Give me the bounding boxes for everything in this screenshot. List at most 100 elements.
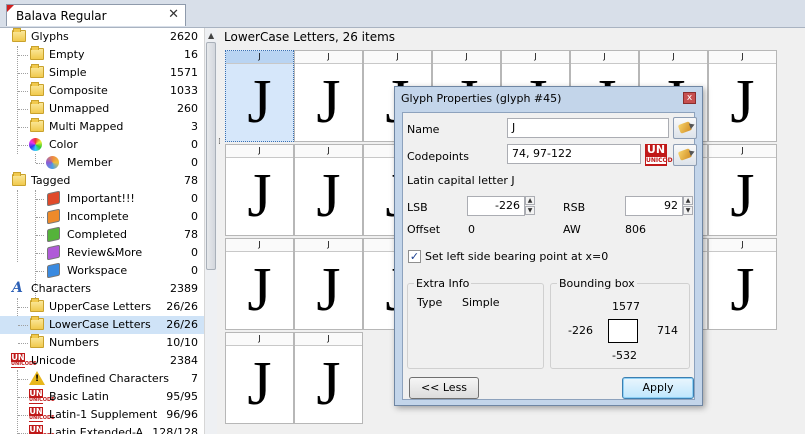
tree-item-incomplete[interactable]: Incomplete 0	[0, 208, 204, 226]
tree-item-basic-latin[interactable]: UN UNICODE Basic Latin 95/95	[0, 388, 204, 406]
tree-item-count: 26/26	[166, 318, 198, 331]
tree-item-count: 0	[191, 156, 198, 169]
tree-item-label: Basic Latin	[49, 390, 109, 403]
glyph-cell[interactable]: JJ	[294, 144, 363, 236]
tree-item-glyphs[interactable]: Glyphs 2620	[0, 28, 204, 46]
bounding-box-group: Bounding box 1577 -226 714 -532	[550, 277, 690, 369]
pie-chart-icon	[46, 156, 59, 169]
tree-item-unicode[interactable]: UN UNICODE Unicode 2384	[0, 352, 204, 370]
tree-item-count: 95/95	[166, 390, 198, 403]
tree-item-count: 26/26	[166, 300, 198, 313]
glyph-cell[interactable]: JJ	[294, 50, 363, 142]
splitter-grip-icon[interactable]: ⁞	[218, 137, 221, 147]
close-dialog-button[interactable]: x	[683, 92, 696, 104]
spin-up-icon[interactable]: ▲	[525, 196, 535, 205]
tree-guide	[18, 127, 28, 128]
tree-item-unmapped[interactable]: Unmapped 260	[0, 100, 204, 118]
tree-scrollbar[interactable]: ▲	[204, 28, 217, 434]
tree-item-empty[interactable]: Empty 16	[0, 46, 204, 64]
tree-item-characters[interactable]: A Characters 2389	[0, 280, 204, 298]
tree-item-undefined-characters[interactable]: ! Undefined Characters 7	[0, 370, 204, 388]
document-tab[interactable]: Balava Regular ✕	[6, 4, 186, 26]
lsb-origin-label[interactable]: Set left side bearing point at x=0	[425, 250, 608, 263]
tree-item-label: Empty	[49, 48, 85, 61]
glyph-cell[interactable]: JJ	[294, 332, 363, 424]
tree-item-count: 1571	[170, 66, 198, 79]
tag-icon	[47, 226, 60, 243]
tree-item-count: 96/96	[166, 408, 198, 421]
pencil-icon	[677, 121, 693, 134]
tree-item-count: 10/10	[166, 336, 198, 349]
tree-item-important[interactable]: Important!!! 0	[0, 190, 204, 208]
tree-item-label: Latin-1 Supplement	[49, 408, 158, 421]
glyph-cell[interactable]: JJ	[294, 238, 363, 330]
edit-name-button[interactable]	[673, 117, 697, 139]
tree-item-label: UpperCase Letters	[49, 300, 152, 313]
tree-guide	[18, 307, 28, 308]
scroll-up-icon[interactable]: ▲	[208, 31, 214, 40]
glyph-preview: J	[316, 162, 341, 230]
tree-item-member[interactable]: Member 0	[0, 154, 204, 172]
tree-item-lowercase[interactable]: LowerCase Letters 26/26	[0, 316, 204, 334]
apply-button[interactable]: Apply	[622, 377, 694, 399]
tree-item-uppercase[interactable]: UpperCase Letters 26/26	[0, 298, 204, 316]
edit-codepoints-button[interactable]	[673, 144, 697, 166]
glyph-cell[interactable]: JJ	[225, 238, 294, 330]
tree-item-count: 0	[191, 264, 198, 277]
tree-item-label: Undefined Characters	[49, 372, 169, 385]
glyph-cell[interactable]: JJ	[708, 144, 777, 236]
tree-item-latin-extended-a[interactable]: UNUNICODE Latin Extended-A 128/128	[0, 424, 204, 434]
rsb-field[interactable]: 92	[625, 196, 683, 216]
tag-icon	[47, 208, 60, 225]
tree-item-simple[interactable]: Simple 1571	[0, 64, 204, 82]
name-field[interactable]: J	[507, 118, 669, 138]
glyph-preview: J	[730, 162, 755, 230]
type-value: Simple	[462, 296, 500, 309]
tree-item-label: Color	[49, 138, 78, 151]
tree-item-workspace[interactable]: Workspace 0	[0, 262, 204, 280]
glyph-cell[interactable]: JJ	[225, 50, 294, 142]
bbox-right: 714	[657, 324, 678, 337]
glyph-preview: J	[247, 162, 272, 230]
unicode-lookup-button[interactable]: UN UNICODE	[645, 144, 677, 166]
aw-label: AW	[563, 223, 581, 236]
lsb-spinner[interactable]: ▲ ▼	[525, 196, 535, 216]
bbox-top: 1577	[612, 300, 640, 313]
spin-up-icon[interactable]: ▲	[683, 196, 693, 205]
spin-down-icon[interactable]: ▼	[683, 206, 693, 215]
less-button[interactable]: << Less	[409, 377, 479, 399]
tree-item-tagged[interactable]: Tagged 78	[0, 172, 204, 190]
tree-item-color[interactable]: Color 0	[0, 136, 204, 154]
spin-down-icon[interactable]: ▼	[525, 206, 535, 215]
codepoints-field[interactable]: 74, 97-122	[507, 144, 641, 164]
rsb-spinner[interactable]: ▲ ▼	[683, 196, 693, 216]
panel-splitter[interactable]	[217, 28, 224, 434]
tag-icon	[47, 190, 60, 207]
tree-item-multi-mapped[interactable]: Multi Mapped 3	[0, 118, 204, 136]
close-tab-icon[interactable]: ✕	[168, 7, 179, 22]
unicode-icon: UNUNICODE	[29, 389, 55, 404]
glyph-cell[interactable]: JJ	[225, 144, 294, 236]
tree-item-latin1-supplement[interactable]: UN UNICODE Latin-1 Supplement 96/96	[0, 406, 204, 424]
folder-icon	[30, 64, 44, 78]
glyph-preview: J	[247, 256, 272, 324]
offset-label: Offset	[407, 223, 441, 236]
glyph-preview: J	[730, 68, 755, 136]
folder-icon	[30, 82, 44, 96]
tree-item-label: Latin Extended-A	[49, 426, 144, 434]
scrollbar-thumb[interactable]	[206, 42, 216, 270]
glyph-cell[interactable]: JJ	[225, 332, 294, 424]
glyph-cell[interactable]: JJ	[708, 50, 777, 142]
lsb-origin-checkbox[interactable]: ✓	[408, 250, 421, 263]
tree-item-composite[interactable]: Composite 1033	[0, 82, 204, 100]
tree-item-label: Unicode	[31, 354, 76, 367]
tree-item-review[interactable]: Review&More 0	[0, 244, 204, 262]
lsb-field[interactable]: -226	[467, 196, 525, 216]
dialog-body: Name J Codepoints 74, 97-122 UN UNICODE L…	[402, 112, 697, 400]
glyph-cell[interactable]: JJ	[708, 238, 777, 330]
tree-item-numbers[interactable]: Numbers 10/10	[0, 334, 204, 352]
aw-value: 806	[625, 223, 646, 236]
glyph-cell-label: J	[295, 333, 362, 346]
tree-item-label: Review&More	[67, 246, 143, 259]
tree-item-completed[interactable]: Completed 78	[0, 226, 204, 244]
